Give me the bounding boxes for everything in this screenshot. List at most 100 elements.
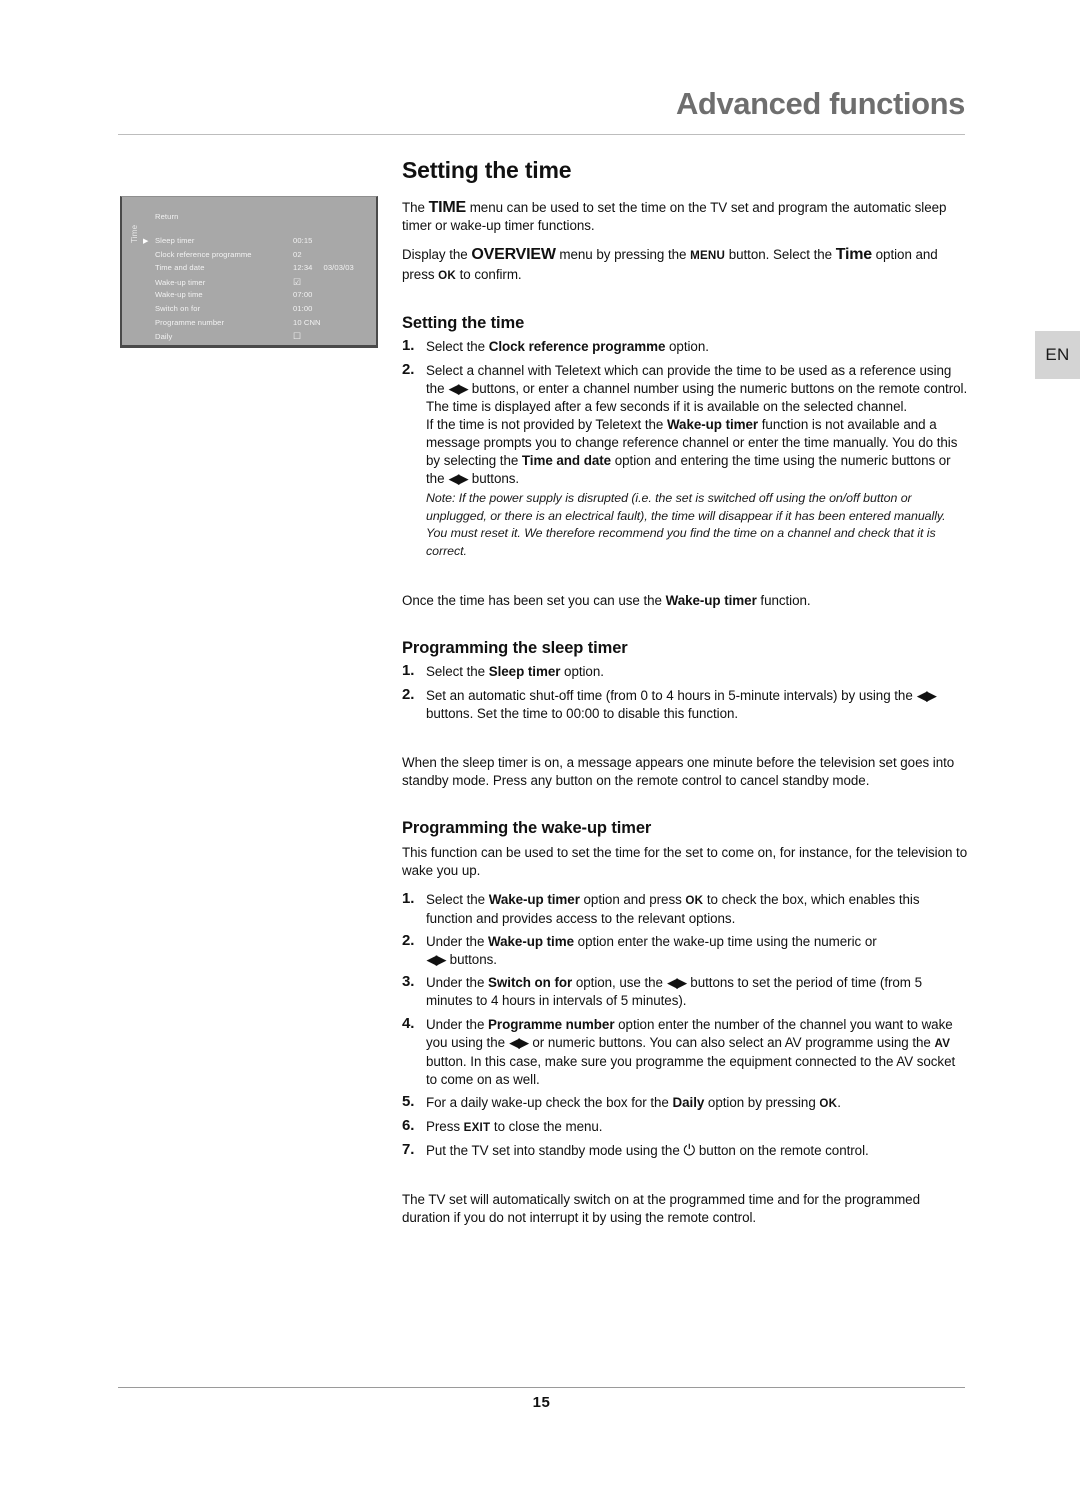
wake-up-timer-steps: 1. Select the Wake-up timer option and pr… (402, 890, 968, 1160)
page-header: Advanced functions (118, 88, 965, 119)
body-text: function. (756, 592, 811, 608)
list-item: 4. Under the Programme number option ente… (402, 1014, 968, 1089)
osd-row-label: Wake-up time (155, 290, 203, 300)
osd-row[interactable]: Clock reference programme 02 (143, 249, 375, 265)
osd-value-text: 02 (293, 249, 302, 259)
step-text: For a daily wake-up check the box for th… (426, 1094, 673, 1110)
osd-inner: Time Return ▶ Sleep timer 00:15 Clock re… (122, 197, 376, 345)
wake-up-intro-paragraph: This function can be used to set the tim… (402, 844, 968, 878)
osd-cursor-icon: ▶ (143, 238, 149, 245)
exit-key-label: EXIT (463, 1120, 491, 1134)
header-divider (118, 134, 965, 135)
step-text: option. (665, 339, 709, 355)
step-text: button. In this case, make sure you prog… (426, 1053, 956, 1087)
list-item: 1. Select the Clock reference programme o… (402, 337, 968, 356)
osd-row[interactable]: Daily ☐ (143, 332, 375, 346)
osd-row-value: 02 (293, 249, 375, 259)
step-text: buttons. Set the time to 00:00 to disabl… (426, 705, 739, 721)
left-right-arrows-icon: ◀▶ (427, 952, 446, 968)
list-item: 7. Put the TV set into standby mode using… (402, 1141, 968, 1160)
subsection-wake-up-timer: Programming the wake-up timer (402, 818, 652, 837)
step-text: option. (560, 664, 604, 680)
osd-value-date: 03/03/03 (323, 263, 354, 273)
osd-row[interactable]: Time and date 12:34 03/03/03 (143, 264, 375, 278)
option-name: Time and date (521, 453, 612, 469)
intro-text: menu by pressing the (555, 247, 691, 263)
osd-row-value: 10 CNN (293, 318, 375, 327)
list-item: 5. For a daily wake-up check the box for … (402, 1092, 968, 1113)
intro-paragraph-2: Display the OVERVIEW menu by pressing th… (402, 246, 968, 284)
step-text: Under the (426, 975, 489, 991)
intro-paragraph-1: The TIME menu can be used to set the tim… (402, 199, 968, 235)
step-text: Select the (426, 664, 489, 680)
step-number: 7. (402, 1141, 415, 1159)
step-text: option, use the (572, 975, 667, 991)
osd-row[interactable]: Wake-up time 07:00 (143, 291, 375, 305)
osd-row-value: ☑ (293, 277, 375, 287)
intro-text: Display the (402, 247, 472, 263)
overview-menu-name: OVERVIEW (471, 246, 556, 264)
section-title: Setting the time (402, 157, 572, 183)
step-number: 1. (402, 662, 415, 680)
closing-paragraph: The TV set will automatically switch on … (402, 1192, 920, 1226)
step-text: buttons, or enter a channel number using… (426, 380, 968, 414)
step-text: Set an automatic shut-off time (from 0 t… (426, 687, 917, 703)
checkbox-unchecked-icon[interactable]: ☐ (293, 332, 301, 341)
osd-value-text: 07:00 (293, 290, 313, 300)
list-item: 2. Select a channel with Teletext which c… (402, 361, 968, 561)
step-number: 3. (402, 973, 415, 991)
osd-row-label: Clock reference programme (155, 249, 252, 259)
left-right-arrows-icon: ◀▶ (449, 380, 468, 396)
list-item: 6. Press EXIT to close the menu. (402, 1117, 968, 1137)
page-title: Advanced functions (675, 86, 965, 121)
intro-text: The (402, 200, 429, 216)
left-right-arrows-icon: ◀▶ (449, 471, 468, 487)
osd-menu-screenshot: Time Return ▶ Sleep timer 00:15 Clock re… (120, 196, 378, 348)
osd-row[interactable]: Switch on for 01:00 (143, 305, 375, 319)
osd-row[interactable]: Programme number 10 CNN (143, 318, 375, 333)
menu-key-label: MENU (690, 249, 726, 263)
step-number: 4. (402, 1014, 415, 1032)
language-tab-en: EN (1035, 331, 1080, 379)
osd-value-text: 12:34 (293, 263, 313, 273)
osd-row-value: ☐ (293, 332, 375, 341)
option-name: Wake-up timer (666, 416, 759, 432)
checkbox-checked-icon[interactable]: ☑ (293, 277, 301, 287)
osd-value-text: 00:15 (293, 236, 313, 245)
osd-value-text: 01:00 (293, 303, 313, 313)
osd-row[interactable]: ▶ Sleep timer 00:15 (143, 237, 375, 251)
option-name: Wake-up time (488, 934, 574, 950)
osd-row-label: Sleep timer (155, 236, 195, 245)
osd-row[interactable]: Wake-up timer ☑ (143, 277, 375, 292)
intro-text: button. Select the (725, 247, 836, 263)
left-right-arrows-icon: ◀▶ (667, 975, 687, 991)
once-set-paragraph: Once the time has been set you can use t… (402, 592, 968, 610)
list-item: 2. Set an automatic shut-off time (from 0… (402, 686, 968, 723)
note-paragraph: Note: If the power supply is disrupted (… (426, 491, 946, 558)
osd-row-value: 12:34 03/03/03 (293, 264, 375, 272)
step-number: 1. (402, 337, 415, 355)
subsection-sleep-timer: Programming the sleep timer (402, 638, 628, 657)
step-text: option and press (579, 891, 686, 907)
list-item: 2. Under the Wake-up time option enter th… (402, 932, 968, 969)
step-text: to close the menu. (490, 1118, 603, 1134)
step-text: buttons. (446, 952, 497, 968)
time-menu-name: TIME (428, 199, 467, 217)
step-text: Put the TV set into standby mode using t… (426, 1143, 684, 1159)
step-text: Select the (426, 339, 489, 355)
step-text: Press (426, 1118, 464, 1134)
osd-row-label: Switch on for (155, 303, 201, 313)
osd-return-label: Return (155, 212, 179, 221)
step-text: Under the (426, 934, 489, 950)
step-text: Under the (426, 1016, 489, 1032)
step-number: 5. (402, 1092, 415, 1110)
list-item: 3. Under the Switch on for option, use th… (402, 973, 968, 1010)
osd-row-value: 01:00 (293, 305, 375, 313)
step-text: button on the remote control. (695, 1143, 869, 1159)
option-name: Programme number (488, 1016, 615, 1032)
